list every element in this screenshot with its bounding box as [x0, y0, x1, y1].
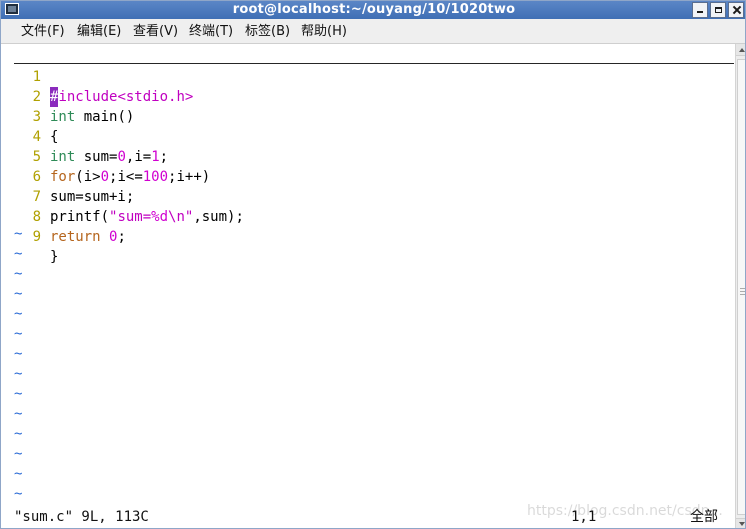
code-line: 7 printf("sum=%d\n",sum); [1, 167, 244, 225]
window-controls [692, 2, 744, 18]
empty-line-marker: ~ [14, 346, 23, 362]
code-line: 4 int sum=0,i=1; [1, 107, 169, 165]
empty-line-marker: ~ [14, 406, 23, 422]
title-bar[interactable]: root@localhost:~/ouyang/10/1020two [1, 1, 745, 19]
cursor-line [14, 63, 734, 64]
empty-line-marker: ~ [14, 226, 23, 242]
empty-line-marker: ~ [14, 286, 23, 302]
menu-view[interactable]: 查看(V) [131, 19, 180, 44]
vertical-scrollbar[interactable] [735, 44, 745, 528]
empty-line-marker: ~ [14, 246, 23, 262]
empty-line-marker: ~ [14, 426, 23, 442]
code-text: } [50, 249, 59, 265]
maximize-button[interactable] [710, 2, 726, 18]
menu-terminal[interactable]: 终端(T) [187, 19, 235, 44]
code-text: printf("sum=%d\n",sum); [50, 209, 244, 225]
menu-tabs[interactable]: 标签(B) [243, 19, 292, 44]
code-line: 6 sum=sum+i; [1, 147, 135, 205]
code-line: 1 #include<stdio.h> [1, 47, 193, 107]
terminal-view[interactable]: 1 #include<stdio.h> 2 int main() 3 { 4 i… [1, 44, 745, 528]
empty-line-marker: ~ [14, 326, 23, 342]
vim-editor[interactable]: 1 #include<stdio.h> 2 int main() 3 { 4 i… [1, 44, 735, 528]
empty-line-marker: ~ [14, 466, 23, 482]
empty-line-marker: ~ [14, 486, 23, 502]
watermark-text: https://blog.csdn.net/csdn... [527, 503, 723, 519]
code-line: 3 { [1, 87, 68, 145]
empty-line-marker: ~ [14, 386, 23, 402]
menu-bar: 文件(F) 编辑(E) 查看(V) 终端(T) 标签(B) 帮助(H) [1, 19, 745, 44]
grip-icon [740, 288, 745, 296]
empty-line-marker: ~ [14, 366, 23, 382]
menu-edit[interactable]: 编辑(E) [75, 19, 123, 44]
empty-line-marker: ~ [14, 446, 23, 462]
code-line: 8 return 0; [1, 187, 126, 245]
terminal-window: root@localhost:~/ouyang/10/1020two 文件(F)… [0, 0, 746, 529]
minimize-button[interactable] [692, 2, 708, 18]
code-line: 5 for(i>0;i<=100;i++) [1, 127, 211, 185]
scroll-up-button[interactable] [736, 44, 745, 56]
empty-line-marker: ~ [14, 266, 23, 282]
menu-file[interactable]: 文件(F) [19, 19, 67, 44]
code-text: for(i>0;i<=100;i++) [50, 169, 211, 185]
menu-help[interactable]: 帮助(H) [299, 19, 349, 44]
empty-line-marker: ~ [14, 306, 23, 322]
code-line: 2 int main() [1, 67, 135, 125]
close-button[interactable] [728, 2, 744, 18]
scroll-thumb[interactable] [737, 59, 745, 515]
scroll-down-button[interactable] [736, 518, 745, 528]
window-title: root@localhost:~/ouyang/10/1020two [232, 2, 516, 17]
vim-status-left: "sum.c" 9L, 113C [14, 509, 149, 525]
code-line: 9 } [1, 207, 68, 265]
code-text: #include<stdio.h> [50, 87, 194, 107]
